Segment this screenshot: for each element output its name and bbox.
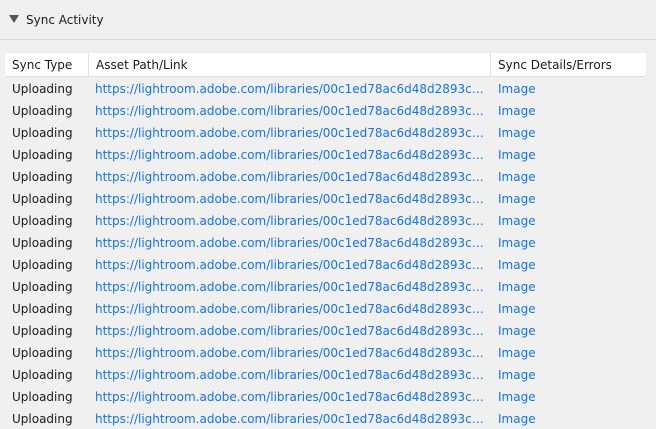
table-row[interactable]: Uploading https://lightroom.adobe.com/lib… (5, 78, 646, 100)
table-row[interactable]: Uploading https://lightroom.adobe.com/lib… (5, 232, 646, 254)
details-link[interactable]: Image (491, 254, 646, 276)
asset-link[interactable]: https://lightroom.adobe.com/libraries/00… (89, 276, 491, 298)
table-body: Uploading https://lightroom.adobe.com/lib… (5, 78, 646, 429)
details-link[interactable]: Image (491, 78, 646, 100)
asset-link[interactable]: https://lightroom.adobe.com/libraries/00… (89, 210, 491, 232)
table-row[interactable]: Uploading https://lightroom.adobe.com/lib… (5, 320, 646, 342)
details-link[interactable]: Image (491, 320, 646, 342)
sync-type-cell: Uploading (12, 412, 73, 426)
table-row[interactable]: Uploading https://lightroom.adobe.com/lib… (5, 144, 646, 166)
table-row[interactable]: Uploading https://lightroom.adobe.com/lib… (5, 342, 646, 364)
table-row[interactable]: Uploading https://lightroom.adobe.com/lib… (5, 408, 646, 429)
sync-type-cell: Uploading (12, 368, 73, 382)
asset-link[interactable]: https://lightroom.adobe.com/libraries/00… (89, 254, 491, 276)
details-link[interactable]: Image (491, 232, 646, 254)
sync-type-cell: Uploading (12, 346, 73, 360)
sync-type-cell: Uploading (12, 126, 73, 140)
sync-activity-table: Sync Type Asset Path/Link Sync Details/E… (5, 53, 646, 429)
table-row[interactable]: Uploading https://lightroom.adobe.com/lib… (5, 100, 646, 122)
sync-type-cell: Uploading (12, 192, 73, 206)
table-row[interactable]: Uploading https://lightroom.adobe.com/lib… (5, 122, 646, 144)
asset-link[interactable]: https://lightroom.adobe.com/libraries/00… (89, 408, 491, 429)
table-row[interactable]: Uploading https://lightroom.adobe.com/lib… (5, 166, 646, 188)
details-link[interactable]: Image (491, 188, 646, 210)
table-row[interactable]: Uploading https://lightroom.adobe.com/lib… (5, 386, 646, 408)
sync-type-cell: Uploading (12, 280, 73, 294)
asset-link[interactable]: https://lightroom.adobe.com/libraries/00… (89, 364, 491, 386)
sync-type-cell: Uploading (12, 214, 73, 228)
table-row[interactable]: Uploading https://lightroom.adobe.com/lib… (5, 276, 646, 298)
sync-type-cell: Uploading (12, 82, 73, 96)
asset-link[interactable]: https://lightroom.adobe.com/libraries/00… (89, 100, 491, 122)
details-link[interactable]: Image (491, 122, 646, 144)
sync-type-cell: Uploading (12, 236, 73, 250)
sync-type-cell: Uploading (12, 104, 73, 118)
asset-link[interactable]: https://lightroom.adobe.com/libraries/00… (89, 188, 491, 210)
asset-link[interactable]: https://lightroom.adobe.com/libraries/00… (89, 166, 491, 188)
asset-link[interactable]: https://lightroom.adobe.com/libraries/00… (89, 144, 491, 166)
details-link[interactable]: Image (491, 210, 646, 232)
chevron-down-icon[interactable] (9, 15, 19, 23)
sync-type-cell: Uploading (12, 258, 73, 272)
details-link[interactable]: Image (491, 298, 646, 320)
asset-link[interactable]: https://lightroom.adobe.com/libraries/00… (89, 298, 491, 320)
details-link[interactable]: Image (491, 166, 646, 188)
details-link[interactable]: Image (491, 364, 646, 386)
sync-type-cell: Uploading (12, 302, 73, 316)
column-header-asset-path[interactable]: Asset Path/Link (89, 53, 491, 77)
table-header: Sync Type Asset Path/Link Sync Details/E… (5, 53, 646, 77)
asset-link[interactable]: https://lightroom.adobe.com/libraries/00… (89, 386, 491, 408)
details-link[interactable]: Image (491, 386, 646, 408)
asset-link[interactable]: https://lightroom.adobe.com/libraries/00… (89, 320, 491, 342)
details-link[interactable]: Image (491, 276, 646, 298)
sync-type-cell: Uploading (12, 324, 73, 338)
sync-activity-header[interactable]: Sync Activity (0, 0, 656, 40)
sync-type-cell: Uploading (12, 170, 73, 184)
details-link[interactable]: Image (491, 342, 646, 364)
section-title: Sync Activity (26, 13, 104, 27)
sync-type-cell: Uploading (12, 390, 73, 404)
details-link[interactable]: Image (491, 100, 646, 122)
sync-type-cell: Uploading (12, 148, 73, 162)
details-link[interactable]: Image (491, 144, 646, 166)
asset-link[interactable]: https://lightroom.adobe.com/libraries/00… (89, 342, 491, 364)
table-row[interactable]: Uploading https://lightroom.adobe.com/lib… (5, 188, 646, 210)
details-link[interactable]: Image (491, 408, 646, 429)
asset-link[interactable]: https://lightroom.adobe.com/libraries/00… (89, 122, 491, 144)
table-row[interactable]: Uploading https://lightroom.adobe.com/lib… (5, 254, 646, 276)
column-header-sync-type[interactable]: Sync Type (5, 53, 89, 77)
asset-link[interactable]: https://lightroom.adobe.com/libraries/00… (89, 78, 491, 100)
asset-link[interactable]: https://lightroom.adobe.com/libraries/00… (89, 232, 491, 254)
table-row[interactable]: Uploading https://lightroom.adobe.com/lib… (5, 364, 646, 386)
table-row[interactable]: Uploading https://lightroom.adobe.com/lib… (5, 210, 646, 232)
column-header-details[interactable]: Sync Details/Errors (491, 53, 646, 77)
table-row[interactable]: Uploading https://lightroom.adobe.com/lib… (5, 298, 646, 320)
